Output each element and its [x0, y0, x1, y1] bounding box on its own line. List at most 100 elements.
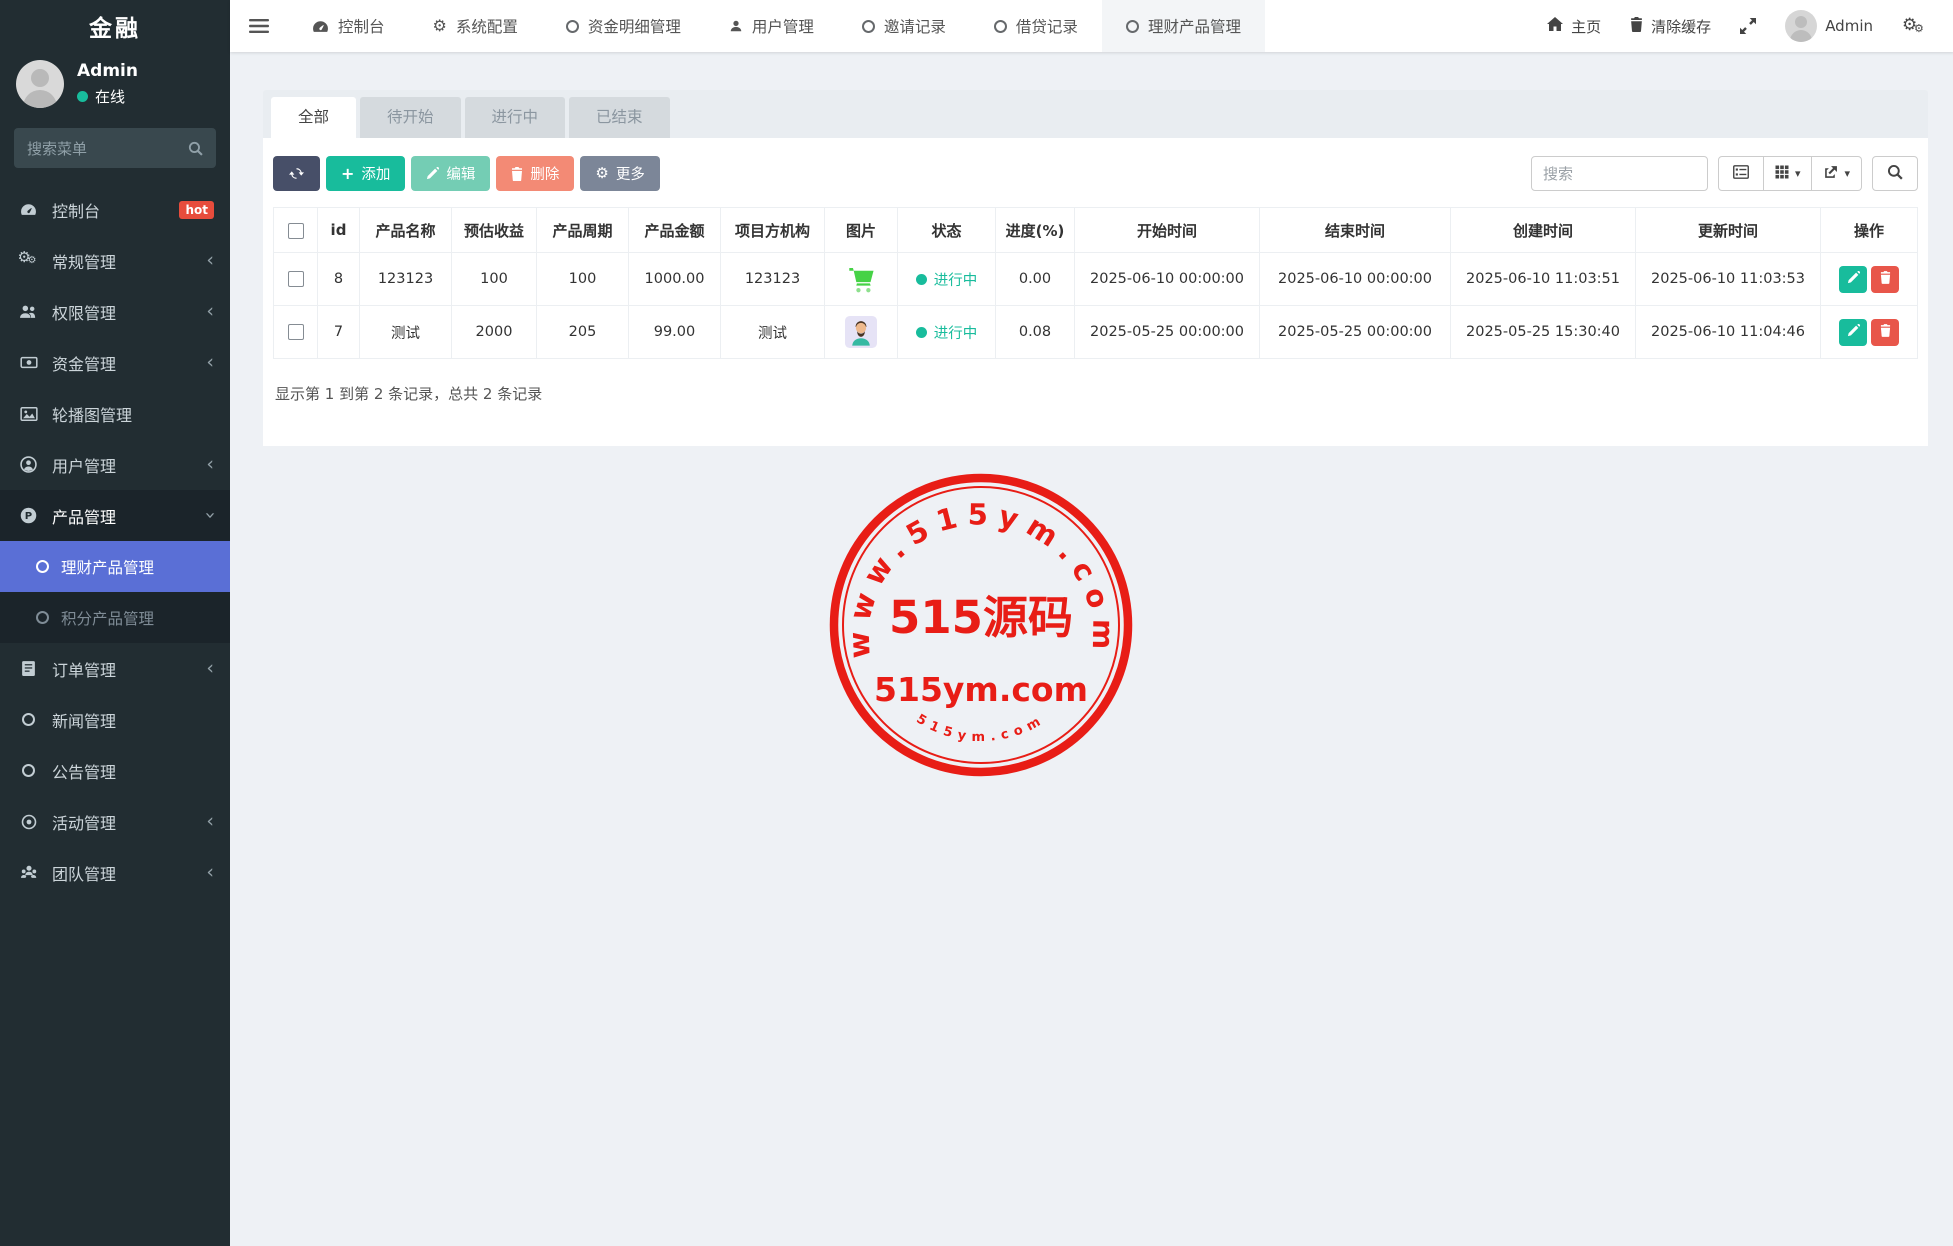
sidebar-subitem-wealth-products[interactable]: 理财产品管理 [0, 541, 230, 592]
select-all-checkbox[interactable] [287, 222, 304, 239]
sidebar-item-banner[interactable]: 轮播图管理 [0, 388, 230, 439]
row-delete-button[interactable] [1871, 265, 1899, 293]
product-image-cell [824, 252, 898, 306]
gear-icon: ⚙ [595, 164, 609, 182]
table-search-input[interactable] [1530, 156, 1708, 191]
sidebar-item-funds[interactable]: 资金管理 ‹ [0, 337, 230, 388]
sidebar-item-label: 团队管理 [52, 864, 117, 884]
chevron-left-icon: ‹ [206, 810, 214, 832]
cart-image [846, 265, 877, 294]
nav-tab-label: 借贷记录 [1015, 18, 1078, 36]
grid-icon [1775, 165, 1789, 182]
sidebar-item-team[interactable]: 团队管理 ‹ [0, 847, 230, 898]
nav-tab-console[interactable]: 控制台 [288, 0, 409, 52]
sidebar-group-users: 用户管理 ‹ [0, 439, 230, 490]
sidebar-item-users[interactable]: 用户管理 ‹ [0, 439, 230, 490]
sidebar-item-orders[interactable]: 订单管理 ‹ [0, 643, 230, 694]
column-header: 产品金额 [628, 207, 721, 253]
topnav-right: 主页 清除缓存 Admin ⚙ ⚙ [1547, 0, 1953, 52]
cell-product_name: 测试 [359, 305, 452, 359]
filter-tab-in-progress[interactable]: 进行中 [464, 97, 566, 138]
sidebar-item-label: 活动管理 [52, 813, 117, 833]
gears-icon: ⚙ ⚙ [17, 247, 37, 266]
sidebar-group-banner: 轮播图管理 [0, 388, 230, 439]
delete-button[interactable]: 删除 [496, 156, 575, 191]
filter-tab-not-started[interactable]: 待开始 [360, 97, 461, 138]
filter-tab-finished[interactable]: 已结束 [569, 97, 670, 138]
search-icon [1887, 164, 1903, 183]
column-header: 预估收益 [451, 207, 537, 253]
products-panel: 全部 待开始 进行中 已结束 + 添加 编辑 删除 ⚙ 更多 搜索 ▾ ▾ id… [263, 90, 1928, 446]
admin-label: Admin [1825, 17, 1873, 35]
row-checkbox[interactable] [287, 271, 304, 287]
nav-tab-invite-records[interactable]: 邀请记录 [838, 0, 970, 52]
add-button[interactable]: + 添加 [326, 156, 406, 191]
brand-title: 金融 [89, 16, 141, 42]
sidebar-item-products[interactable]: P 产品管理 ‹ [0, 490, 230, 541]
search-submit-button[interactable] [1872, 156, 1918, 191]
nav-tab-user-mgmt[interactable]: 用户管理 [705, 0, 838, 52]
cell-agency: 测试 [720, 305, 825, 359]
row-delete-button[interactable] [1871, 318, 1899, 346]
sidebar-group-notice: 公告管理 [0, 745, 230, 796]
settings-cogs-icon[interactable]: ⚙ ⚙ [1902, 15, 1926, 36]
user-status: 在线 [77, 86, 138, 107]
gear-icon: ⚙ [432, 16, 447, 35]
row-edit-button[interactable] [1839, 265, 1867, 293]
status-badge: 进行中 [933, 325, 978, 342]
nav-tab-system-config[interactable]: ⚙ 系统配置 [409, 0, 542, 52]
column-header: 产品周期 [536, 207, 629, 253]
hamburger-menu-icon[interactable] [230, 0, 288, 52]
records-summary: 显示第 1 到第 2 条记录，总共 2 条记录 [275, 385, 543, 403]
sidebar-subitem-points-products[interactable]: 积分产品管理 [0, 592, 230, 643]
nav-tab-label: 用户管理 [751, 18, 814, 36]
cell-created_at: 2025-06-10 11:03:51 [1450, 252, 1636, 306]
sidebar-search-input[interactable]: 搜索菜单 [14, 128, 216, 168]
home-link[interactable]: 主页 [1547, 16, 1601, 37]
avatar [16, 60, 64, 108]
filter-tab-label: 待开始 [387, 108, 434, 126]
column-header: 创建时间 [1450, 207, 1636, 253]
sidebar-item-general[interactable]: ⚙ ⚙ 常规管理 ‹ [0, 235, 230, 286]
home-icon [1547, 17, 1564, 35]
sidebar-item-activity[interactable]: 活动管理 ‹ [0, 796, 230, 847]
sidebar-item-news[interactable]: 新闻管理 [0, 694, 230, 745]
row-edit-button[interactable] [1839, 318, 1867, 346]
table-row: 7 测试 2000 205 99.00 测试 进行中 0.08 2025-05-25 00:00… [273, 305, 1918, 359]
clear-cache-label: 清除缓存 [1651, 17, 1712, 36]
refresh-button[interactable] [273, 156, 320, 191]
user-name: Admin [77, 61, 138, 81]
row-checkbox[interactable] [287, 324, 304, 340]
chevron-left-icon: ‹ [206, 249, 214, 271]
more-button[interactable]: ⚙ 更多 [580, 156, 660, 191]
filter-tab-label: 已结束 [596, 108, 643, 126]
sidebar-item-label: 公告管理 [52, 762, 117, 782]
user-icon [729, 19, 743, 33]
columns-button[interactable]: ▾ [1763, 156, 1813, 191]
plus-icon: + [341, 163, 355, 183]
nav-tab-fund-details[interactable]: 资金明细管理 [542, 0, 705, 52]
svg-text:www.515ym.com: www.515ym.com [841, 497, 1120, 659]
cell-expected_return: 2000 [451, 305, 537, 359]
edit-button[interactable]: 编辑 [411, 156, 491, 191]
admin-user-menu[interactable]: Admin [1785, 10, 1873, 42]
cell-end_time: 2025-06-10 00:00:00 [1259, 252, 1451, 306]
cell-progress: 0.08 [995, 305, 1075, 359]
clear-cache-button[interactable]: 清除缓存 [1630, 16, 1711, 37]
dot-circle-icon [16, 814, 41, 830]
sidebar-item-console[interactable]: 控制台 hot [0, 184, 230, 235]
sidebar-item-notice[interactable]: 公告管理 [0, 745, 230, 796]
dashboard-icon [16, 203, 41, 216]
nav-tab-wealth-products[interactable]: 理财产品管理 [1101, 0, 1265, 52]
detail-view-button[interactable] [1717, 156, 1764, 191]
nav-tab-loan-records[interactable]: 借贷记录 [970, 0, 1102, 52]
sidebar-item-permission[interactable]: 权限管理 ‹ [0, 286, 230, 337]
actions-cell [1820, 252, 1918, 306]
sidebar-item-label: 轮播图管理 [52, 405, 133, 425]
app-root: 金融 Admin 在线 搜索菜单 控制台 hot ⚙ ⚙ 常规管理 ‹ 权限管理 ‹ 资金管理 ‹… [0, 0, 1953, 1246]
filter-tab-all[interactable]: 全部 [271, 97, 357, 138]
fullscreen-icon[interactable] [1740, 18, 1757, 34]
trash-icon [511, 166, 523, 181]
hot-badge: hot [179, 200, 214, 219]
export-button[interactable]: ▾ [1812, 156, 1862, 191]
